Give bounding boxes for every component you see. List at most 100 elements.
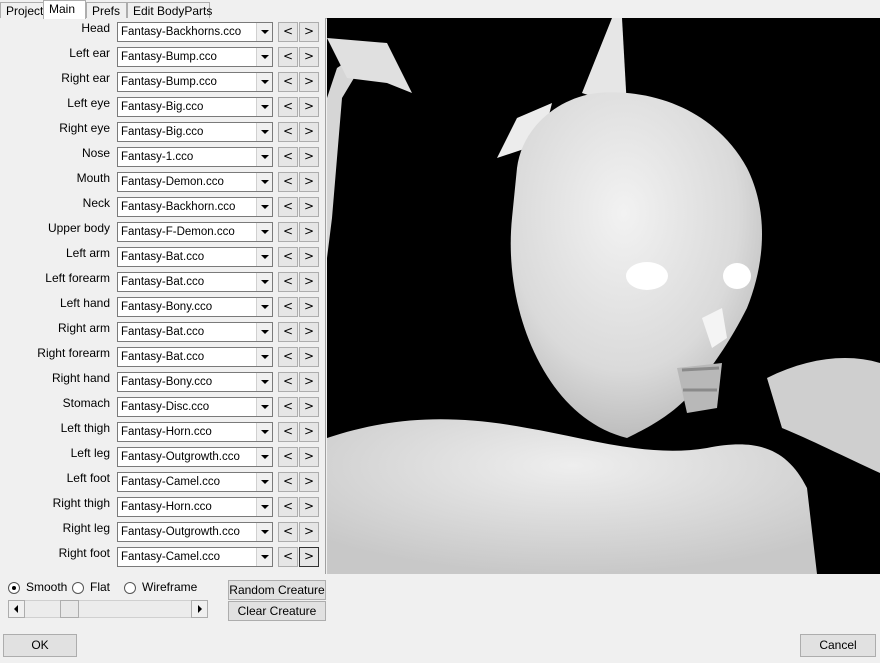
chevron-down-icon[interactable] [256,123,272,141]
ok-button[interactable]: OK [3,634,77,657]
next-part-button[interactable]: > [299,47,319,67]
arrow-right-icon[interactable] [191,600,208,618]
cancel-button[interactable]: Cancel [800,634,876,657]
next-part-button[interactable]: > [299,297,319,317]
previous-part-button[interactable]: < [278,247,298,267]
previous-part-button[interactable]: < [278,72,298,92]
next-part-button[interactable]: > [299,97,319,117]
previous-part-button[interactable]: < [278,547,298,567]
previous-part-button[interactable]: < [278,497,298,517]
next-part-button[interactable]: > [299,547,319,567]
body-part-select[interactable]: Fantasy-Bat.cco [117,272,273,292]
previous-part-button[interactable]: < [278,197,298,217]
next-part-button[interactable]: > [299,272,319,292]
chevron-down-icon[interactable] [256,98,272,116]
previous-part-button[interactable]: < [278,422,298,442]
body-part-select[interactable]: Fantasy-Camel.cco [117,547,273,567]
previous-part-button[interactable]: < [278,347,298,367]
previous-part-button[interactable]: < [278,397,298,417]
next-part-button[interactable]: > [299,422,319,442]
body-part-select[interactable]: Fantasy-Bump.cco [117,47,273,67]
chevron-down-icon[interactable] [256,448,272,466]
body-part-select[interactable]: Fantasy-Horn.cco [117,497,273,517]
body-part-select[interactable]: Fantasy-F-Demon.cco [117,222,273,242]
chevron-down-icon[interactable] [256,423,272,441]
next-part-button[interactable]: > [299,372,319,392]
chevron-down-icon[interactable] [256,323,272,341]
chevron-down-icon[interactable] [256,373,272,391]
previous-part-button[interactable]: < [278,172,298,192]
tab-prefs[interactable]: Prefs [86,2,127,19]
previous-part-button[interactable]: < [278,522,298,542]
next-part-button[interactable]: > [299,472,319,492]
body-part-select[interactable]: Fantasy-Bat.cco [117,347,273,367]
body-part-select[interactable]: Fantasy-Backhorn.cco [117,197,273,217]
chevron-down-icon[interactable] [256,173,272,191]
chevron-down-icon[interactable] [256,73,272,91]
tab-project[interactable]: Project [0,2,44,19]
random-creature-button[interactable]: Random Creature [228,580,326,600]
next-part-button[interactable]: > [299,172,319,192]
body-part-select[interactable]: Fantasy-Big.cco [117,122,273,142]
chevron-down-icon[interactable] [256,523,272,541]
body-part-select[interactable]: Fantasy-Disc.cco [117,397,273,417]
chevron-down-icon[interactable] [256,248,272,266]
chevron-down-icon[interactable] [256,48,272,66]
next-part-button[interactable]: > [299,22,319,42]
next-part-button[interactable]: > [299,72,319,92]
body-part-select[interactable]: Fantasy-Bony.cco [117,372,273,392]
chevron-down-icon[interactable] [256,348,272,366]
body-part-select[interactable]: Fantasy-Backhorns.cco [117,22,273,42]
slider-track[interactable] [8,600,208,618]
next-part-button[interactable]: > [299,222,319,242]
next-part-button[interactable]: > [299,122,319,142]
chevron-down-icon[interactable] [256,198,272,216]
body-part-select[interactable]: Fantasy-1.cco [117,147,273,167]
next-part-button[interactable]: > [299,447,319,467]
horizontal-slider[interactable] [8,600,208,618]
body-part-select[interactable]: Fantasy-Bony.cco [117,297,273,317]
previous-part-button[interactable]: < [278,322,298,342]
previous-part-button[interactable]: < [278,222,298,242]
previous-part-button[interactable]: < [278,97,298,117]
creature-viewport[interactable] [327,18,880,574]
chevron-down-icon[interactable] [256,23,272,41]
previous-part-button[interactable]: < [278,297,298,317]
next-part-button[interactable]: > [299,147,319,167]
body-part-select[interactable]: Fantasy-Bat.cco [117,322,273,342]
previous-part-button[interactable]: < [278,122,298,142]
previous-part-button[interactable]: < [278,372,298,392]
chevron-down-icon[interactable] [256,298,272,316]
next-part-button[interactable]: > [299,397,319,417]
chevron-down-icon[interactable] [256,148,272,166]
tab-edit-bodyparts[interactable]: Edit BodyParts [127,2,212,19]
previous-part-button[interactable]: < [278,447,298,467]
chevron-down-icon[interactable] [256,548,272,566]
body-part-select[interactable]: Fantasy-Outgrowth.cco [117,522,273,542]
chevron-down-icon[interactable] [256,273,272,291]
previous-part-button[interactable]: < [278,47,298,67]
clear-creature-button[interactable]: Clear Creature [228,601,326,621]
body-part-select[interactable]: Fantasy-Demon.cco [117,172,273,192]
body-part-select[interactable]: Fantasy-Big.cco [117,97,273,117]
body-part-select[interactable]: Fantasy-Horn.cco [117,422,273,442]
next-part-button[interactable]: > [299,247,319,267]
chevron-down-icon[interactable] [256,473,272,491]
body-part-select[interactable]: Fantasy-Camel.cco [117,472,273,492]
body-part-select[interactable]: Fantasy-Outgrowth.cco [117,447,273,467]
arrow-left-icon[interactable] [8,600,25,618]
previous-part-button[interactable]: < [278,147,298,167]
next-part-button[interactable]: > [299,197,319,217]
next-part-button[interactable]: > [299,497,319,517]
next-part-button[interactable]: > [299,347,319,367]
chevron-down-icon[interactable] [256,498,272,516]
body-part-select[interactable]: Fantasy-Bump.cco [117,72,273,92]
previous-part-button[interactable]: < [278,472,298,492]
chevron-down-icon[interactable] [256,223,272,241]
previous-part-button[interactable]: < [278,272,298,292]
next-part-button[interactable]: > [299,322,319,342]
slider-thumb[interactable] [60,600,79,618]
tab-main[interactable]: Main [43,0,86,19]
body-part-select[interactable]: Fantasy-Bat.cco [117,247,273,267]
previous-part-button[interactable]: < [278,22,298,42]
